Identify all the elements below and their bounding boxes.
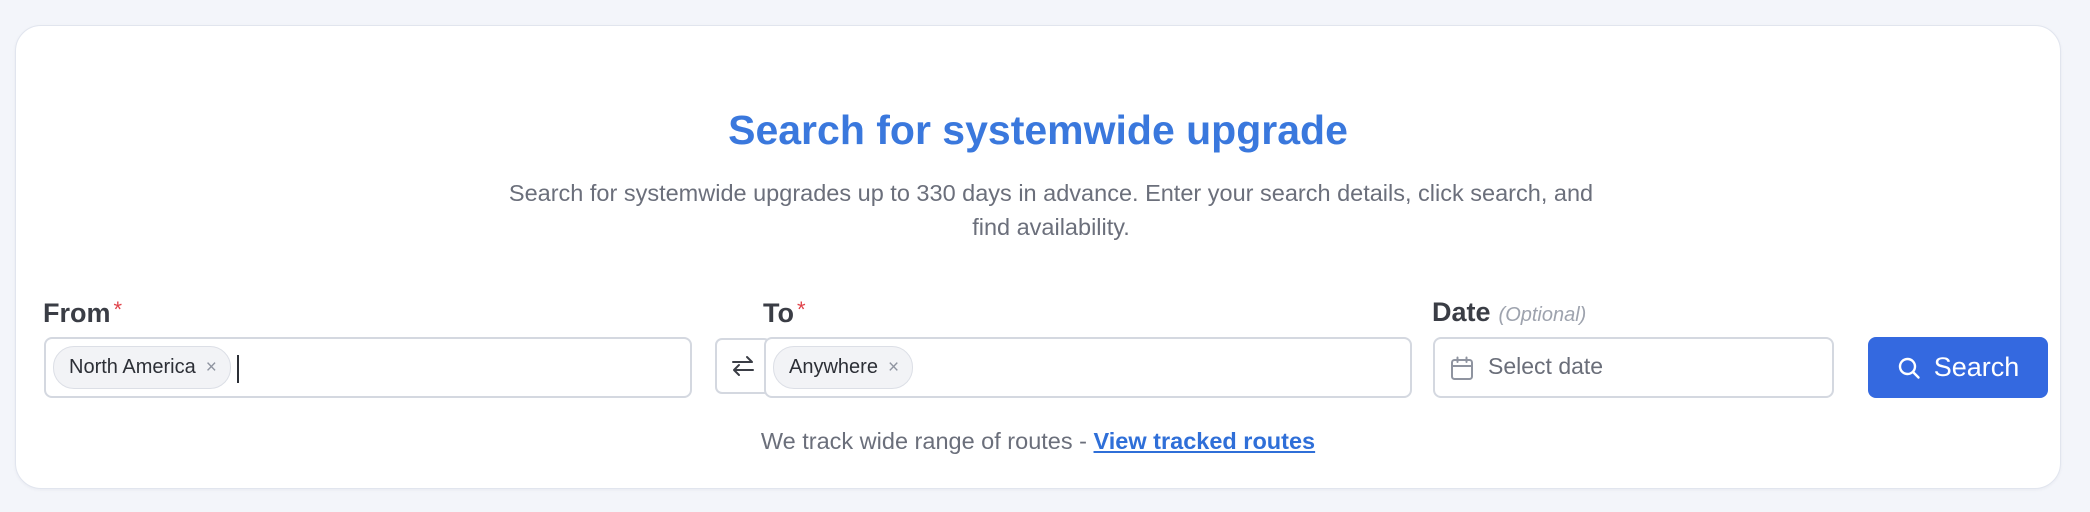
to-chip-remove-icon[interactable]: × [888, 358, 899, 377]
tracked-routes-note: We track wide range of routes - View tra… [16, 428, 2060, 455]
date-label-text: Date [1432, 297, 1491, 327]
from-chip: North America × [53, 346, 231, 389]
from-label: From * [43, 297, 122, 329]
date-placeholder: Select date [1488, 353, 1604, 379]
calendar-icon [1451, 356, 1473, 380]
from-input[interactable]: North America × [44, 337, 692, 398]
date-input[interactable]: Select date [1433, 337, 1834, 398]
page-title: Search for systemwide upgrade [728, 107, 1348, 153]
tracked-routes-text: We track wide range of routes - [760, 428, 1094, 454]
swap-button[interactable] [715, 338, 771, 394]
date-label: Date (Optional) [1432, 297, 1586, 328]
to-chip-label: Anywhere [789, 356, 878, 378]
swap-arrows-icon [732, 356, 754, 376]
from-chip-remove-icon[interactable]: × [206, 358, 217, 377]
to-input[interactable]: Anywhere × [764, 337, 1412, 398]
date-optional-note: (Optional) [1498, 304, 1587, 326]
from-required-mark: * [113, 297, 123, 322]
from-label-text: From [43, 298, 111, 328]
search-card: Search for systemwide upgrade Search for… [15, 25, 2061, 489]
search-button-label: Search [1933, 352, 2020, 382]
search-button[interactable]: Search [1868, 337, 2048, 398]
text-cursor [237, 355, 239, 383]
to-label: To * [763, 297, 806, 329]
to-required-mark: * [796, 297, 806, 322]
to-label-text: To [763, 298, 794, 328]
view-tracked-routes-link[interactable]: View tracked routes [1094, 428, 1316, 454]
search-icon [1898, 357, 1920, 379]
to-chip: Anywhere × [773, 346, 914, 389]
page-subtitle: Search for systemwide upgrades up to 330… [508, 180, 1594, 240]
from-chip-label: North America [69, 356, 196, 378]
